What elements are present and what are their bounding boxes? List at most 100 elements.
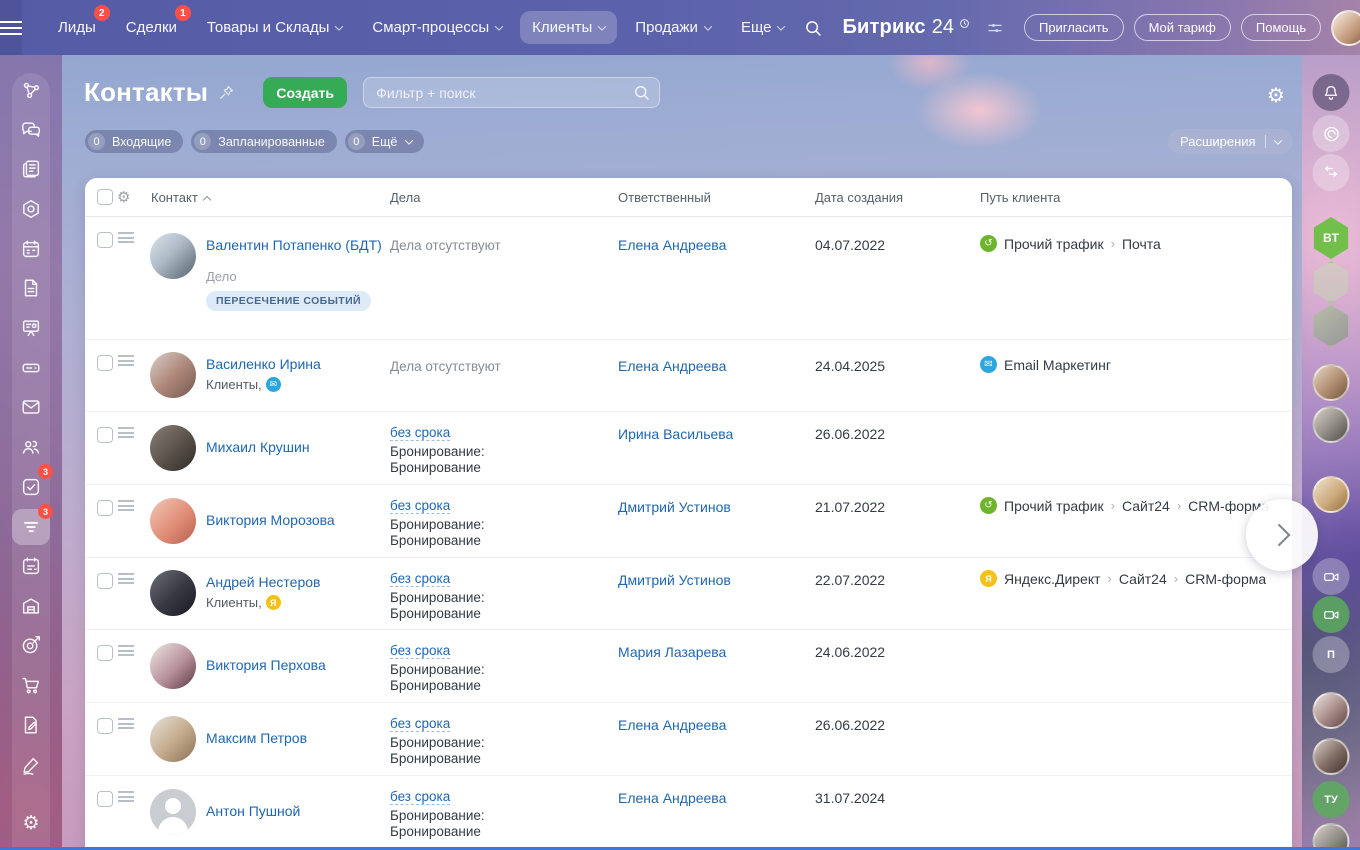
column-header-path[interactable]: Путь клиента: [980, 190, 1060, 205]
contact-name-link[interactable]: Андрей Нестеров: [206, 574, 320, 590]
sidebar-item-sign[interactable]: [12, 707, 50, 743]
chat-avatar[interactable]: [1313, 738, 1350, 775]
global-search-button[interactable]: [796, 18, 830, 38]
contact-avatar-placeholder[interactable]: [150, 789, 196, 835]
drag-handle-icon[interactable]: [118, 232, 134, 243]
contact-avatar[interactable]: [150, 716, 196, 762]
contact-avatar[interactable]: [150, 498, 196, 544]
video-call-button[interactable]: [1313, 558, 1350, 595]
nav-item-clients[interactable]: Клиенты: [520, 11, 617, 44]
responsible-link[interactable]: Дмитрий Устинов: [618, 499, 731, 515]
create-button[interactable]: Создать: [263, 77, 347, 108]
invite-button[interactable]: Пригласить: [1024, 14, 1124, 41]
contact-avatar[interactable]: [150, 570, 196, 616]
main-menu-button[interactable]: [0, 0, 22, 55]
chat-avatar[interactable]: [1313, 476, 1350, 513]
responsible-link[interactable]: Елена Андреева: [618, 790, 726, 806]
contact-avatar[interactable]: [150, 425, 196, 471]
sidebar-item-tasks[interactable]: 3: [12, 469, 50, 505]
column-header-contact[interactable]: Контакт: [151, 190, 210, 205]
sidebar-item-messenger[interactable]: [12, 112, 50, 148]
sidebar-item-news[interactable]: [12, 151, 50, 187]
sidebar-item-settings[interactable]: ⚙: [12, 805, 50, 841]
row-checkbox[interactable]: [97, 355, 113, 371]
responsible-link[interactable]: Дмитрий Устинов: [618, 572, 731, 588]
chat-hexagon[interactable]: [1312, 305, 1350, 347]
nav-item-products[interactable]: Товары и Склады: [195, 11, 355, 44]
chat-avatar[interactable]: [1313, 823, 1350, 850]
sidebar-item-mail[interactable]: [12, 389, 50, 425]
responsible-link[interactable]: Елена Андреева: [618, 358, 726, 374]
open-lines-button[interactable]: [1313, 154, 1350, 191]
nav-item-smart-processes[interactable]: Смарт-процессы: [360, 11, 514, 44]
sidebar-item-calendar[interactable]: [12, 231, 50, 267]
column-header-responsible[interactable]: Ответственный: [618, 190, 711, 205]
view-settings-gear-icon[interactable]: ⚙: [1267, 83, 1285, 107]
column-header-created[interactable]: Дата создания: [815, 190, 903, 205]
contact-name-link[interactable]: Антон Пушной: [206, 803, 300, 819]
row-checkbox[interactable]: [97, 791, 113, 807]
drag-handle-icon[interactable]: [118, 500, 134, 511]
deal-deadline-link[interactable]: без срока: [390, 425, 450, 441]
activity-badge[interactable]: ПЕРЕСЕЧЕНИЕ СОБЫТИЙ: [206, 291, 371, 311]
sidebar-item-warehouse[interactable]: [12, 588, 50, 624]
sidebar-item-marketing[interactable]: [12, 627, 50, 663]
sidebar-item-workgroups[interactable]: [12, 191, 50, 227]
chat-hexagon-bt[interactable]: BT: [1312, 217, 1350, 259]
drag-handle-icon[interactable]: [118, 427, 134, 438]
chat-initial-tu[interactable]: ТУ: [1313, 781, 1350, 818]
contact-name-link[interactable]: Максим Петров: [206, 730, 307, 746]
responsible-link[interactable]: Мария Лазарева: [618, 644, 726, 660]
drag-handle-icon[interactable]: [118, 718, 134, 729]
user-avatar[interactable]: [1331, 10, 1360, 46]
row-checkbox[interactable]: [97, 500, 113, 516]
column-header-deals[interactable]: Дела: [390, 190, 420, 205]
extensions-button[interactable]: Расширения: [1168, 129, 1293, 154]
pin-icon[interactable]: [218, 84, 235, 101]
nav-item-leads[interactable]: Лиды2: [46, 11, 108, 44]
responsible-link[interactable]: Ирина Васильева: [618, 426, 733, 442]
responsible-link[interactable]: Елена Андреева: [618, 717, 726, 733]
chat-initial-p[interactable]: П: [1313, 636, 1350, 673]
deal-deadline-link[interactable]: без срока: [390, 498, 450, 514]
contact-name-link[interactable]: Виктория Морозова: [206, 512, 335, 528]
drag-handle-icon[interactable]: [118, 355, 134, 366]
row-checkbox[interactable]: [97, 232, 113, 248]
sidebar-item-drive[interactable]: [12, 350, 50, 386]
filter-search-input[interactable]: [363, 77, 660, 108]
bitrix24-logo[interactable]: Битрикс24: [842, 16, 970, 39]
chat-avatar[interactable]: [1313, 692, 1350, 729]
nav-item-sales[interactable]: Продажи: [623, 11, 723, 44]
counter-more[interactable]: 0Ещё: [345, 130, 425, 153]
nav-item-more[interactable]: Еще: [729, 11, 797, 44]
chat-avatar[interactable]: [1313, 364, 1350, 401]
contact-avatar[interactable]: [150, 233, 196, 279]
chat-hexagon[interactable]: [1312, 261, 1350, 303]
sidebar-item-feed[interactable]: [12, 72, 50, 108]
sidebar-item-esignature[interactable]: [12, 747, 50, 783]
nav-item-deals[interactable]: Сделки1: [114, 11, 189, 44]
tariff-button[interactable]: Мой тариф: [1134, 14, 1231, 41]
select-all-checkbox[interactable]: [97, 189, 113, 205]
sidebar-item-employees[interactable]: [12, 429, 50, 465]
row-checkbox[interactable]: [97, 718, 113, 734]
contact-name-link[interactable]: Виктория Перхова: [206, 657, 326, 673]
video-call-button-active[interactable]: [1313, 596, 1350, 633]
contact-name-link[interactable]: Василенко Ирина: [206, 356, 321, 372]
counter-incoming[interactable]: 0Входящие: [85, 130, 183, 153]
table-scroll-right-button[interactable]: [1246, 499, 1318, 571]
deal-deadline-link[interactable]: без срока: [390, 643, 450, 659]
row-checkbox[interactable]: [97, 645, 113, 661]
deal-deadline-link[interactable]: без срока: [390, 716, 450, 732]
drag-handle-icon[interactable]: [118, 791, 134, 802]
responsible-link[interactable]: Елена Андреева: [618, 237, 726, 253]
copilot-button[interactable]: [1313, 115, 1350, 152]
search-icon[interactable]: [632, 83, 651, 102]
sidebar-item-documents[interactable]: [12, 270, 50, 306]
sliders-icon[interactable]: [986, 19, 1004, 37]
contact-avatar[interactable]: [150, 643, 196, 689]
contact-avatar[interactable]: [150, 352, 196, 398]
notifications-button[interactable]: [1313, 74, 1350, 111]
deal-deadline-link[interactable]: без срока: [390, 789, 450, 805]
sidebar-item-shop[interactable]: [12, 667, 50, 703]
